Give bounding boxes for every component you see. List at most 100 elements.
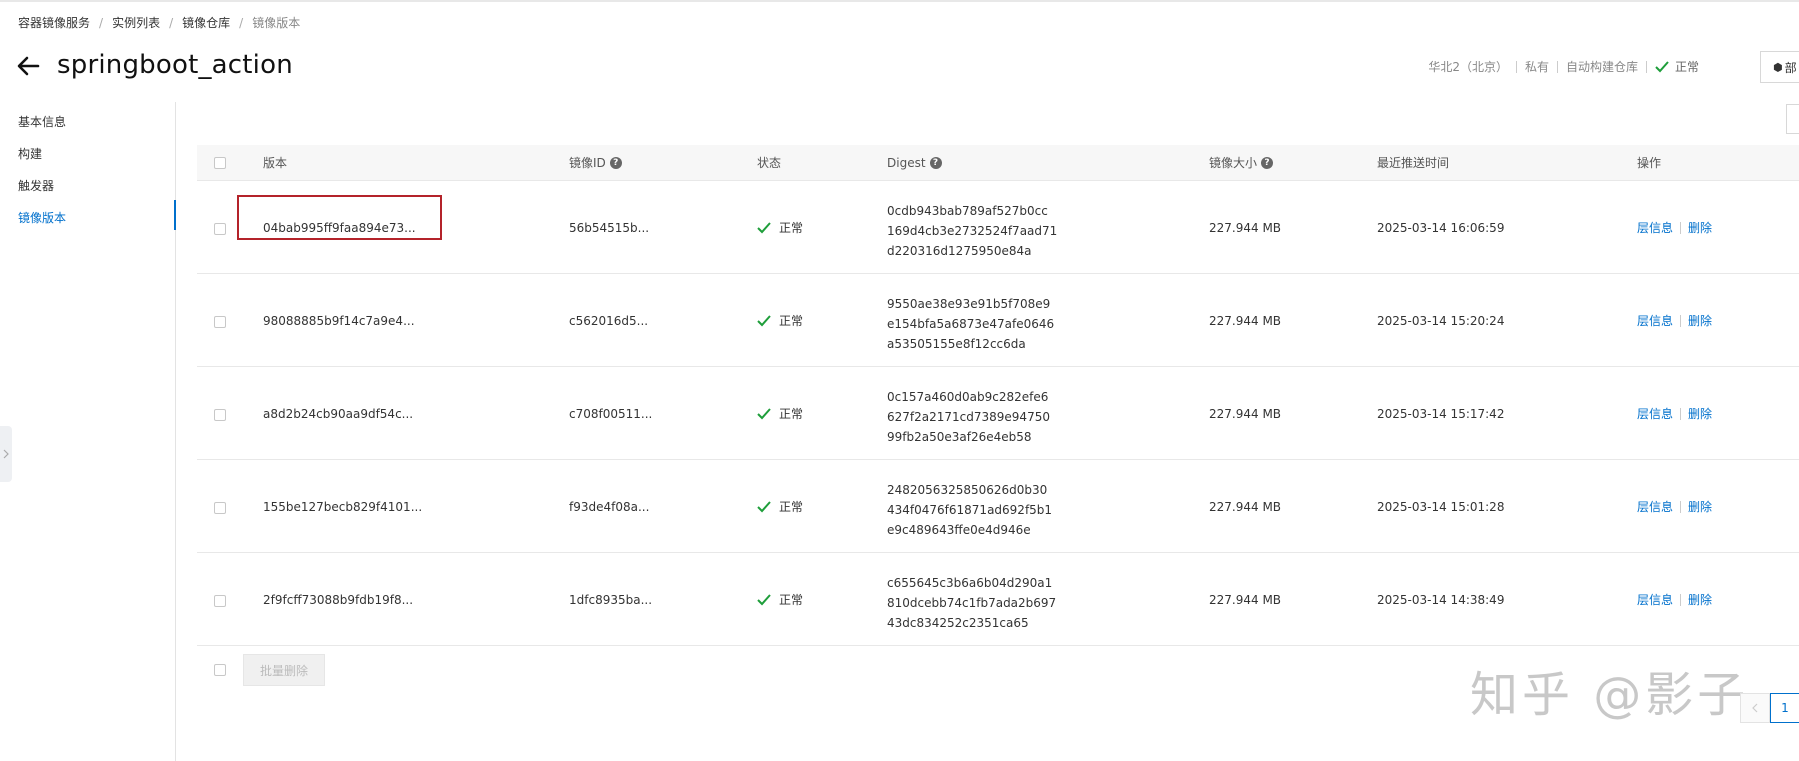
- push-time-text: 2025-03-14 15:20:24: [1377, 313, 1505, 328]
- digest-text: 2482056325850626d0b30 434f0476f61871ad692…: [887, 483, 1053, 537]
- status-badge: 正常: [757, 181, 803, 274]
- image-id-text: 56b54515b...: [569, 220, 650, 235]
- version-text[interactable]: 98088885b9f14c7a9e4...: [263, 274, 415, 367]
- sidebar-item-basic-info[interactable]: 基本信息: [18, 113, 66, 130]
- help-icon[interactable]: ?: [1261, 157, 1274, 169]
- row-checkbox[interactable]: [214, 316, 226, 328]
- col-actions: 操作: [1637, 156, 1662, 170]
- help-icon[interactable]: ?: [609, 157, 622, 169]
- delete-link[interactable]: 删除: [1688, 498, 1712, 515]
- row-checkbox[interactable]: [214, 409, 226, 421]
- layers-link[interactable]: 层信息: [1637, 219, 1673, 236]
- check-icon: [757, 221, 771, 233]
- check-icon: [757, 314, 771, 326]
- check-icon: [757, 500, 771, 512]
- digest-text: c655645c3b6a6b04d290a1 810dcebb74c1fb7ada…: [887, 576, 1057, 630]
- row-actions: 层信息 删除: [1637, 274, 1712, 367]
- digest-text: 0cdb943bab789af527b0cc 169d4cb3e2732524f7…: [887, 204, 1058, 258]
- col-digest: Digest?: [887, 145, 942, 181]
- delete-link[interactable]: 删除: [1688, 405, 1712, 422]
- version-text[interactable]: a8d2b24cb90aa9df54c...: [263, 367, 413, 460]
- status-badge: 正常: [757, 460, 803, 553]
- breadcrumb-item-service[interactable]: 容器镜像服务: [18, 14, 90, 31]
- breadcrumb-item-instances[interactable]: 实例列表: [112, 14, 160, 31]
- highlight-box: [237, 195, 442, 240]
- size-text: 227.944 MB: [1209, 592, 1282, 607]
- digest-text: 9550ae38e93e91b5f708e9 e154bfa5a6873e47af…: [887, 297, 1055, 351]
- layers-link[interactable]: 层信息: [1637, 312, 1673, 329]
- table-row: a8d2b24cb90aa9df54c... c708f00511... 正常 …: [197, 367, 1799, 460]
- breadcrumb-item-repos[interactable]: 镜像仓库: [182, 14, 230, 31]
- chevron-right-icon: [3, 449, 9, 459]
- layers-link[interactable]: 层信息: [1637, 498, 1673, 515]
- version-text[interactable]: 2f9fcff73088b9fdb19f8...: [263, 553, 413, 646]
- row-checkbox[interactable]: [214, 595, 226, 607]
- status-badge: 正常: [757, 367, 803, 460]
- sidebar-collapse-handle[interactable]: [0, 426, 12, 482]
- repo-status: 正常: [1655, 58, 1699, 75]
- push-time-text: 2025-03-14 15:01:28: [1377, 499, 1505, 514]
- repo-status-text: 正常: [1674, 60, 1699, 74]
- repo-type: 自动构建仓库: [1565, 60, 1638, 74]
- repo-visibility: 私有: [1524, 60, 1549, 74]
- size-text: 227.944 MB: [1209, 499, 1282, 514]
- check-icon: [757, 593, 771, 605]
- status-badge: 正常: [757, 274, 803, 367]
- image-id-text: c708f00511...: [569, 406, 653, 421]
- back-arrow-icon[interactable]: [16, 53, 44, 81]
- delete-link[interactable]: 删除: [1688, 312, 1712, 329]
- row-actions: 层信息 删除: [1637, 367, 1712, 460]
- table-header: 版本 镜像ID? 状态 Digest? 镜像大小? 最近推送时间 操作: [197, 145, 1799, 181]
- pagination-prev-button[interactable]: [1740, 693, 1770, 723]
- image-id-text: 1dfc8935ba...: [569, 592, 653, 607]
- table-row: 98088885b9f14c7a9e4... c562016d5... 正常 9…: [197, 274, 1799, 367]
- table-row: 2f9fcff73088b9fdb19f8... 1dfc8935ba... 正…: [197, 553, 1799, 646]
- select-all-checkbox[interactable]: [214, 157, 226, 169]
- digest-text: 0c157a460d0ab9c282efe6 627f2a2171cd7389e9…: [887, 390, 1050, 444]
- pagination-page-1[interactable]: 1: [1770, 693, 1799, 723]
- batch-select-checkbox[interactable]: [214, 664, 226, 676]
- push-time-text: 2025-03-14 14:38:49: [1377, 592, 1505, 607]
- sidebar-item-build[interactable]: 构建: [18, 145, 42, 162]
- delete-link[interactable]: 删除: [1688, 219, 1712, 236]
- size-text: 227.944 MB: [1209, 406, 1282, 421]
- repo-region: 华北2（北京）: [1428, 60, 1508, 74]
- help-icon[interactable]: ?: [929, 157, 942, 169]
- page-title: springboot_action: [57, 50, 293, 80]
- row-actions: 层信息 删除: [1637, 553, 1712, 646]
- row-checkbox[interactable]: [214, 502, 226, 514]
- col-push-time: 最近推送时间: [1377, 156, 1450, 170]
- layers-link[interactable]: 层信息: [1637, 405, 1673, 422]
- sidebar: [0, 102, 176, 761]
- top-border: [0, 0, 1799, 2]
- watermark: 知乎 @影子: [1470, 667, 1750, 723]
- version-text[interactable]: 155be127becb829f4101...: [263, 460, 422, 553]
- table-row: 155be127becb829f4101... f93de4f08a... 正常…: [197, 460, 1799, 553]
- status-badge: 正常: [757, 553, 803, 646]
- delete-link[interactable]: 删除: [1688, 591, 1712, 608]
- toolbar-button[interactable]: [1786, 104, 1799, 134]
- sidebar-item-triggers[interactable]: 触发器: [18, 177, 54, 194]
- image-id-text: f93de4f08a...: [569, 499, 650, 514]
- image-id-text: c562016d5...: [569, 313, 649, 328]
- repo-meta: 华北2（北京） 私有 自动构建仓库 正常: [1428, 58, 1699, 75]
- layers-link[interactable]: 层信息: [1637, 591, 1673, 608]
- cube-icon: ⬢: [1773, 60, 1783, 74]
- check-icon: [757, 407, 771, 419]
- deploy-button[interactable]: ⬢ 部: [1760, 51, 1799, 83]
- size-text: 227.944 MB: [1209, 220, 1282, 235]
- push-time-text: 2025-03-14 16:06:59: [1377, 220, 1505, 235]
- check-icon: [1655, 60, 1669, 72]
- sidebar-item-image-versions[interactable]: 镜像版本: [18, 209, 66, 226]
- push-time-text: 2025-03-14 15:17:42: [1377, 406, 1505, 421]
- row-actions: 层信息 删除: [1637, 181, 1712, 274]
- col-size: 镜像大小?: [1209, 145, 1274, 181]
- row-actions: 层信息 删除: [1637, 460, 1712, 553]
- size-text: 227.944 MB: [1209, 313, 1282, 328]
- col-status: 状态: [757, 156, 782, 170]
- col-image-id: 镜像ID?: [569, 145, 622, 181]
- batch-delete-button[interactable]: 批量删除: [243, 654, 325, 686]
- sidebar-active-indicator: [174, 200, 176, 230]
- row-checkbox[interactable]: [214, 223, 226, 235]
- col-version: 版本: [263, 156, 288, 170]
